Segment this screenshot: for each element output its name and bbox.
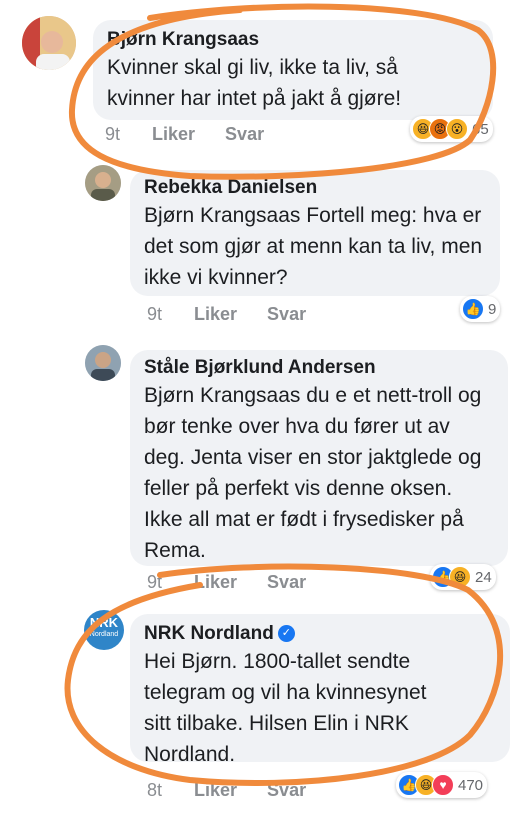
reaction-summary[interactable]: 😆 😡 😮 65 (410, 116, 493, 142)
comment-time[interactable]: 9t (147, 304, 162, 324)
comment-bubble: Rebekka Danielsen Bjørn Krangsaas Fortel… (130, 170, 500, 296)
comment-actions: 9t Liker Svar (147, 304, 336, 325)
reaction-count: 65 (472, 120, 489, 138)
nrk-logo: NRK (89, 615, 119, 630)
verified-badge-icon: ✓ (277, 625, 295, 643)
reaction-summary[interactable]: 👍 😆 24 (430, 564, 496, 590)
comment-author[interactable]: Rebekka Danielsen (144, 176, 486, 200)
comment-text: Bjørn Krangsaas du e et nett-troll og bø… (144, 384, 482, 562)
like-button[interactable]: Liker (194, 572, 237, 592)
haha-icon: 😆 (449, 566, 471, 588)
reply-button[interactable]: Svar (267, 572, 306, 592)
comment-author[interactable]: NRK Nordland ✓ (144, 622, 496, 646)
comment-text: Kvinner skal gi liv, ikke ta liv, så kvi… (107, 56, 402, 110)
reply-button[interactable]: Svar (267, 780, 306, 800)
nrk-logo-subtitle: Nordland (89, 631, 119, 638)
comment-time[interactable]: 9t (105, 124, 120, 144)
reaction-count: 470 (458, 776, 484, 794)
wow-icon: 😮 (446, 118, 468, 140)
comment-bubble: Ståle Bjørklund Andersen Bjørn Krangsaas… (130, 350, 508, 566)
comment-actions: 9t Liker Svar (147, 572, 336, 593)
like-button[interactable]: Liker (194, 780, 237, 800)
comment-bubble: NRK Nordland ✓ Hei Bjørn. 1800-tallet sen… (130, 614, 510, 766)
like-button[interactable]: Liker (152, 124, 195, 144)
comment-bubble: Bjørn Krangsaas Kvinner skal gi liv, ikk… (93, 20, 493, 120)
love-icon: ♥ (432, 774, 454, 796)
avatar[interactable] (85, 345, 121, 381)
like-button[interactable]: Liker (194, 304, 237, 324)
comment-actions: 9t Liker Svar (105, 124, 294, 145)
author-name: NRK Nordland (144, 623, 274, 644)
reaction-count: 9 (488, 300, 497, 318)
reply-button[interactable]: Svar (225, 124, 264, 144)
comment-text: Hei Bjørn. 1800-tallet sendte telegram o… (144, 650, 427, 766)
avatar[interactable]: NRK Nordland (84, 610, 124, 650)
reaction-summary[interactable]: 👍 9 (460, 296, 501, 322)
comment-author[interactable]: Ståle Bjørklund Andersen (144, 356, 494, 380)
comment-time[interactable]: 9t (147, 572, 162, 592)
reaction-count: 24 (475, 568, 492, 586)
comment-text: Bjørn Krangsaas Fortell meg: hva er det … (144, 204, 483, 289)
reaction-summary[interactable]: 👍 😆 ♥ 470 (396, 772, 488, 798)
avatar[interactable] (22, 16, 76, 70)
avatar[interactable] (85, 165, 121, 201)
comment-actions: 8t Liker Svar (147, 780, 336, 801)
like-icon: 👍 (462, 298, 484, 320)
comment-time[interactable]: 8t (147, 780, 162, 800)
reply-button[interactable]: Svar (267, 304, 306, 324)
comment-author[interactable]: Bjørn Krangsaas (107, 28, 479, 52)
